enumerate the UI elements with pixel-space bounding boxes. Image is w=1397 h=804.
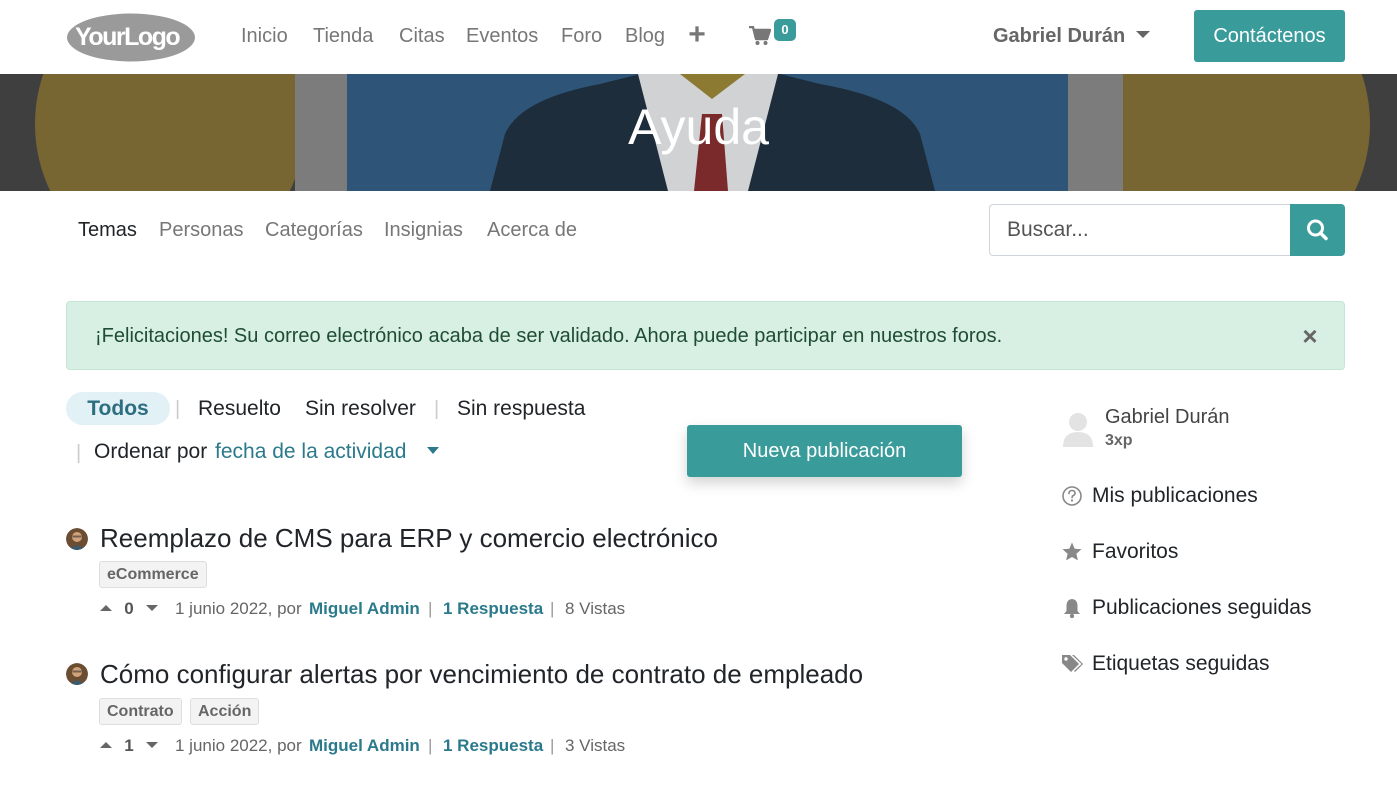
- site-header: YourLogo Inicio Tienda Citas Eventos For…: [0, 0, 1397, 74]
- post-author[interactable]: Miguel Admin: [309, 736, 420, 756]
- user-menu[interactable]: Gabriel Durán: [993, 24, 1125, 48]
- author-avatar[interactable]: [66, 528, 88, 550]
- logo-text: YourLogo: [75, 23, 180, 51]
- vote-up-icon[interactable]: [100, 605, 112, 611]
- sidebar-item-mis-publicaciones[interactable]: Mis publicaciones: [1092, 484, 1258, 508]
- nav-citas[interactable]: Citas: [399, 24, 445, 48]
- tab-acerca-de[interactable]: Acerca de: [487, 218, 577, 242]
- post-date: 1 junio 2022, por: [175, 736, 302, 755]
- post-date: 1 junio 2022, por: [175, 599, 302, 618]
- success-alert: ¡Felicitaciones! Su correo electrónico a…: [66, 301, 1345, 370]
- sidebar-user-xp: 3xp: [1105, 432, 1133, 449]
- nav-inicio[interactable]: Inicio: [241, 24, 288, 48]
- tab-temas[interactable]: Temas: [78, 218, 137, 242]
- search-input[interactable]: [989, 204, 1290, 256]
- vote-down-icon[interactable]: [146, 605, 158, 611]
- plus-icon[interactable]: +: [686, 20, 708, 50]
- author-avatar[interactable]: [66, 663, 88, 685]
- filter-sin-respuesta[interactable]: Sin respuesta: [457, 397, 585, 421]
- meta-separator: |: [550, 599, 555, 618]
- cart-count-badge[interactable]: 0: [774, 19, 796, 41]
- tab-personas[interactable]: Personas: [159, 218, 244, 242]
- sort-label: Ordenar por: [94, 440, 208, 463]
- nav-tienda[interactable]: Tienda: [313, 24, 373, 48]
- logo[interactable]: YourLogo: [66, 13, 196, 62]
- sidebar-item-publicaciones-seguidas[interactable]: Publicaciones seguidas: [1092, 596, 1311, 620]
- post-tag[interactable]: Acción: [190, 698, 260, 725]
- post-title[interactable]: Reemplazo de CMS para ERP y comercio ele…: [100, 523, 718, 553]
- caret-down-icon[interactable]: [427, 447, 439, 454]
- meta-separator: |: [550, 736, 555, 755]
- user-avatar[interactable]: [1061, 411, 1095, 449]
- sort-dropdown[interactable]: fecha de la actividad: [215, 440, 406, 464]
- vote-up-icon[interactable]: [100, 742, 112, 748]
- page-title: Ayuda: [628, 99, 769, 155]
- question-circle-icon: [1062, 486, 1082, 506]
- forum-banner: Ayuda: [0, 74, 1397, 191]
- alert-message: ¡Felicitaciones! Su correo electrónico a…: [95, 325, 1003, 347]
- bell-icon: [1064, 599, 1080, 619]
- tab-categorias[interactable]: Categorías: [265, 218, 363, 242]
- post-author[interactable]: Miguel Admin: [309, 599, 420, 619]
- nav-eventos[interactable]: Eventos: [466, 24, 538, 48]
- tags-icon: [1062, 655, 1083, 672]
- contact-button[interactable]: Contáctenos: [1194, 10, 1345, 62]
- meta-separator: |: [428, 736, 433, 755]
- filter-separator: |: [175, 398, 181, 420]
- filter-separator: |: [434, 398, 440, 420]
- cart-icon[interactable]: [749, 26, 771, 46]
- post-answers[interactable]: 1 Respuesta: [443, 599, 543, 619]
- search-icon: [1307, 219, 1328, 241]
- tab-insignias[interactable]: Insignias: [384, 218, 463, 242]
- sidebar-item-favoritos[interactable]: Favoritos: [1092, 540, 1178, 564]
- vote-count: 1: [124, 736, 134, 755]
- nav-blog[interactable]: Blog: [625, 24, 665, 48]
- search-button[interactable]: [1290, 204, 1345, 256]
- filter-sin-resolver[interactable]: Sin resolver: [305, 397, 416, 421]
- sidebar-item-etiquetas-seguidas[interactable]: Etiquetas seguidas: [1092, 652, 1269, 676]
- sidebar-user-name[interactable]: Gabriel Durán: [1105, 406, 1230, 428]
- post-tag[interactable]: eCommerce: [99, 561, 207, 588]
- meta-separator: |: [428, 599, 433, 618]
- post-tag[interactable]: Contrato: [99, 698, 182, 725]
- filter-todos[interactable]: Todos: [66, 392, 170, 425]
- post-views: 8 Vistas: [565, 599, 626, 618]
- new-post-button[interactable]: Nueva publicación: [687, 425, 962, 477]
- vote-count: 0: [124, 599, 134, 618]
- star-icon: [1062, 542, 1082, 561]
- sort-separator: |: [76, 442, 82, 464]
- nav-foro[interactable]: Foro: [561, 24, 602, 48]
- post-views: 3 Vistas: [565, 736, 626, 755]
- filter-resuelto[interactable]: Resuelto: [198, 397, 281, 421]
- post-answers[interactable]: 1 Respuesta: [443, 736, 543, 756]
- close-icon[interactable]: ×: [1299, 323, 1321, 349]
- vote-down-icon[interactable]: [146, 742, 158, 748]
- chevron-down-icon[interactable]: [1136, 31, 1150, 38]
- post-title[interactable]: Cómo configurar alertas por vencimiento …: [100, 659, 863, 689]
